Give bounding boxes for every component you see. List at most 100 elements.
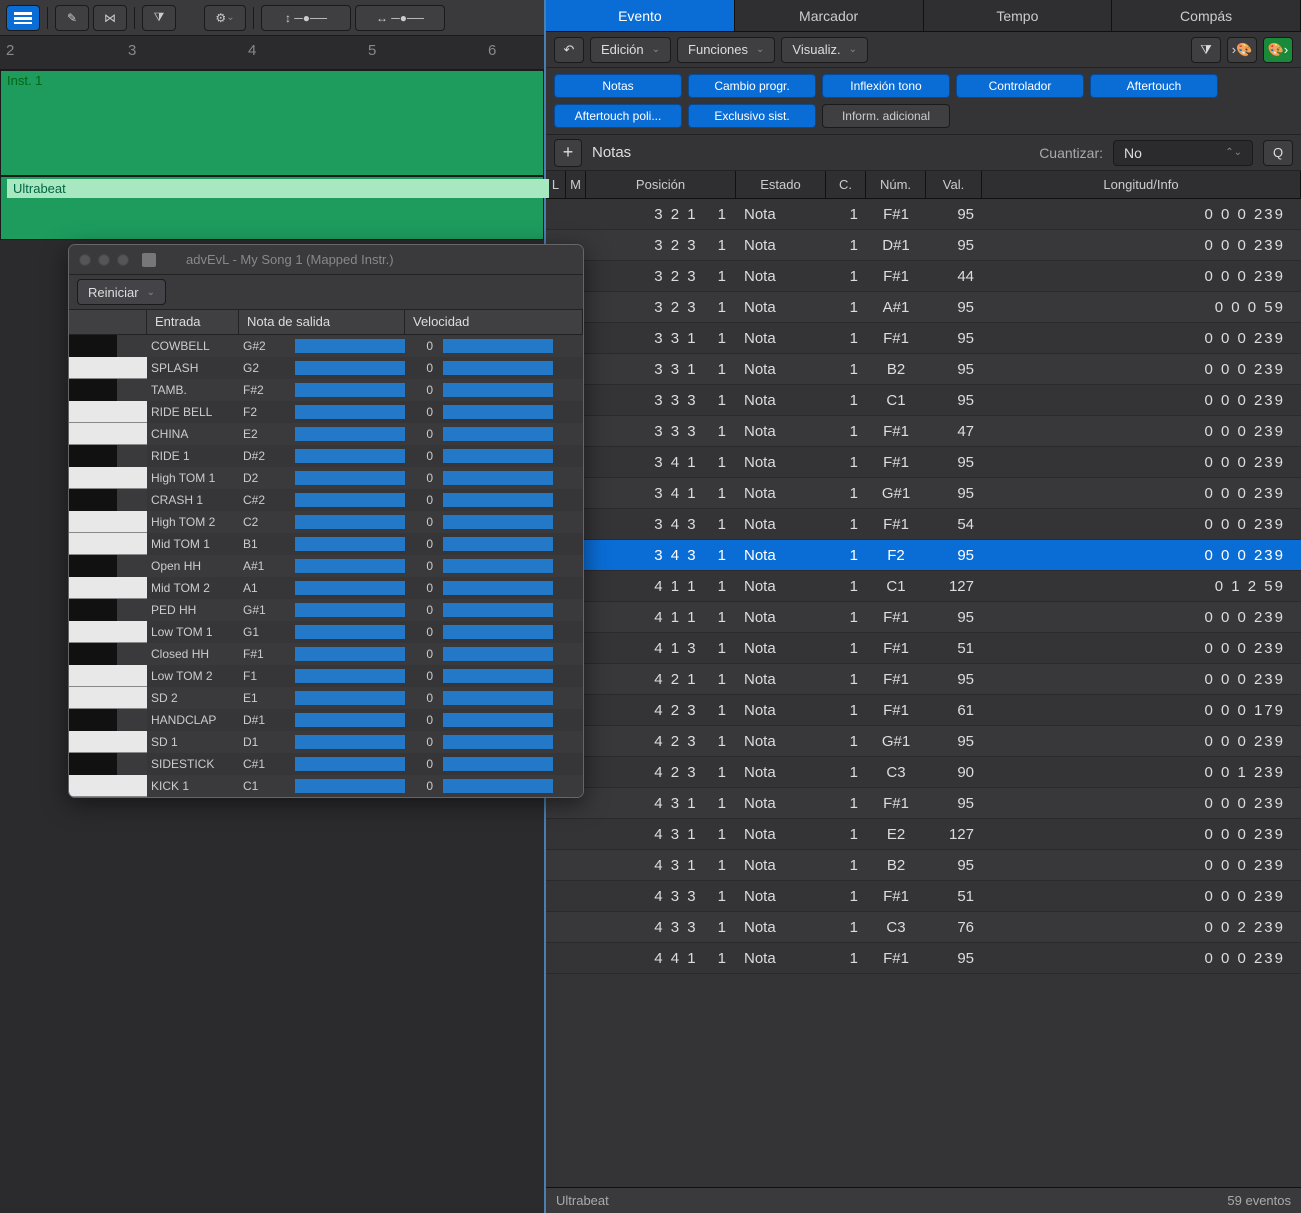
back-up-button[interactable]: ↶	[554, 37, 584, 63]
mapping-velocity[interactable]: 0	[409, 515, 439, 529]
output-note-bar[interactable]	[295, 383, 405, 397]
mapping-output-note[interactable]: E1	[239, 691, 291, 705]
event-row[interactable]: 3 4 31Nota1F2950 0 0 239	[546, 540, 1301, 571]
output-note-bar[interactable]	[295, 625, 405, 639]
event-row[interactable]: 3 3 11Nota1F#1950 0 0 239	[546, 323, 1301, 354]
mapping-output-note[interactable]: A#1	[239, 559, 291, 573]
velocity-bar[interactable]	[443, 625, 553, 639]
piano-key[interactable]	[69, 467, 147, 489]
output-note-bar[interactable]	[295, 735, 405, 749]
mapping-row[interactable]: TAMB.F#20	[69, 379, 583, 401]
event-row[interactable]: 3 3 31Nota1C1950 0 0 239	[546, 385, 1301, 416]
tab-tempo[interactable]: Tempo	[924, 0, 1113, 31]
velocity-bar[interactable]	[443, 669, 553, 683]
velocity-bar[interactable]	[443, 647, 553, 661]
velocity-bar[interactable]	[443, 691, 553, 705]
event-row[interactable]: 4 4 11Nota1F#1950 0 0 239	[546, 943, 1301, 974]
piano-key[interactable]	[69, 357, 147, 379]
mapping-velocity[interactable]: 0	[409, 339, 439, 353]
mapping-row[interactable]: Open HHA#10	[69, 555, 583, 577]
mapping-velocity[interactable]: 0	[409, 757, 439, 771]
velocity-bar[interactable]	[443, 405, 553, 419]
mapping-velocity[interactable]: 0	[409, 449, 439, 463]
filter-inflexion[interactable]: Inflexión tono	[822, 74, 950, 98]
tool-button-1[interactable]: ✎	[55, 5, 89, 31]
event-row[interactable]: 4 2 31Nota1F#1610 0 0 179	[546, 695, 1301, 726]
event-row[interactable]: 4 2 31Nota1C3900 0 1 239	[546, 757, 1301, 788]
output-note-bar[interactable]	[295, 691, 405, 705]
output-note-bar[interactable]	[295, 537, 405, 551]
event-row[interactable]: 4 1 31Nota1F#1510 0 0 239	[546, 633, 1301, 664]
piano-key[interactable]	[69, 731, 147, 753]
piano-key[interactable]	[69, 379, 147, 401]
event-row[interactable]: 3 2 31Nota1A#1950 0 0 59	[546, 292, 1301, 323]
quantize-apply-button[interactable]: Q	[1263, 140, 1293, 166]
mapping-output-note[interactable]: G#2	[239, 339, 291, 353]
velocity-bar[interactable]	[443, 735, 553, 749]
piano-key[interactable]	[69, 643, 147, 665]
mapping-output-note[interactable]: D#1	[239, 713, 291, 727]
output-note-bar[interactable]	[295, 779, 405, 793]
piano-key[interactable]	[69, 335, 147, 357]
piano-key[interactable]	[69, 533, 147, 555]
filter-info-adicional[interactable]: Inform. adicional	[822, 104, 950, 128]
mapping-velocity[interactable]: 0	[409, 361, 439, 375]
mapping-velocity[interactable]: 0	[409, 647, 439, 661]
mapping-output-note[interactable]: F#2	[239, 383, 291, 397]
mapping-output-note[interactable]: D1	[239, 735, 291, 749]
mapping-output-note[interactable]: B1	[239, 537, 291, 551]
mapping-output-note[interactable]: C1	[239, 779, 291, 793]
mapping-velocity[interactable]: 0	[409, 713, 439, 727]
mapping-output-note[interactable]: F2	[239, 405, 291, 419]
mapping-velocity[interactable]: 0	[409, 625, 439, 639]
velocity-bar[interactable]	[443, 515, 553, 529]
color-out-button[interactable]: 🎨›	[1263, 37, 1293, 63]
event-row[interactable]: 4 3 11Nota1E21270 0 0 239	[546, 819, 1301, 850]
quantize-select[interactable]: No⌃⌄	[1113, 140, 1253, 166]
traffic-close-icon[interactable]	[79, 254, 91, 266]
output-note-bar[interactable]	[295, 515, 405, 529]
filter-icon-button[interactable]: ⧩	[1191, 37, 1221, 63]
mapping-output-note[interactable]: C2	[239, 515, 291, 529]
funciones-menu[interactable]: Funciones⌄	[677, 37, 775, 63]
piano-key[interactable]	[69, 665, 147, 687]
mapping-velocity[interactable]: 0	[409, 537, 439, 551]
mapping-velocity[interactable]: 0	[409, 405, 439, 419]
mapping-velocity[interactable]: 0	[409, 471, 439, 485]
event-row[interactable]: 4 2 11Nota1F#1950 0 0 239	[546, 664, 1301, 695]
output-note-bar[interactable]	[295, 581, 405, 595]
filter-cambio-progr[interactable]: Cambio progr.	[688, 74, 816, 98]
filter-aftertouch-poli[interactable]: Aftertouch poli...	[554, 104, 682, 128]
mapping-output-note[interactable]: A1	[239, 581, 291, 595]
event-row[interactable]: 4 3 11Nota1B2950 0 0 239	[546, 850, 1301, 881]
piano-key[interactable]	[69, 445, 147, 467]
mapping-output-note[interactable]: G1	[239, 625, 291, 639]
mapping-row[interactable]: PED HHG#10	[69, 599, 583, 621]
mapping-row[interactable]: HANDCLAPD#10	[69, 709, 583, 731]
mapping-row[interactable]: Closed HHF#10	[69, 643, 583, 665]
mapping-row[interactable]: High TOM 2C20	[69, 511, 583, 533]
velocity-bar[interactable]	[443, 339, 553, 353]
track-region-inst1[interactable]: Inst. 1	[0, 70, 544, 176]
mapping-output-note[interactable]: C#2	[239, 493, 291, 507]
mapping-row[interactable]: RIDE 1D#20	[69, 445, 583, 467]
filter-controlador[interactable]: Controlador	[956, 74, 1084, 98]
view-mode-button[interactable]	[6, 5, 40, 31]
mapping-output-note[interactable]: D2	[239, 471, 291, 485]
mapping-velocity[interactable]: 0	[409, 581, 439, 595]
event-row[interactable]: 4 1 11Nota1F#1950 0 0 239	[546, 602, 1301, 633]
vzoom-slider[interactable]: ↕ ─●──	[261, 5, 351, 31]
mapping-velocity[interactable]: 0	[409, 735, 439, 749]
mapping-velocity[interactable]: 0	[409, 669, 439, 683]
output-note-bar[interactable]	[295, 339, 405, 353]
mapping-velocity[interactable]: 0	[409, 383, 439, 397]
mapping-row[interactable]: COWBELLG#20	[69, 335, 583, 357]
event-row[interactable]: 3 3 31Nota1F#1470 0 0 239	[546, 416, 1301, 447]
mapping-row[interactable]: RIDE BELLF20	[69, 401, 583, 423]
filter-notas[interactable]: Notas	[554, 74, 682, 98]
mapping-row[interactable]: CRASH 1C#20	[69, 489, 583, 511]
settings-gear-button[interactable]: ⚙︎ ⌄	[204, 5, 246, 31]
velocity-bar[interactable]	[443, 757, 553, 771]
filter-exclusivo-sist[interactable]: Exclusivo sist.	[688, 104, 816, 128]
mapping-row[interactable]: Low TOM 1G10	[69, 621, 583, 643]
